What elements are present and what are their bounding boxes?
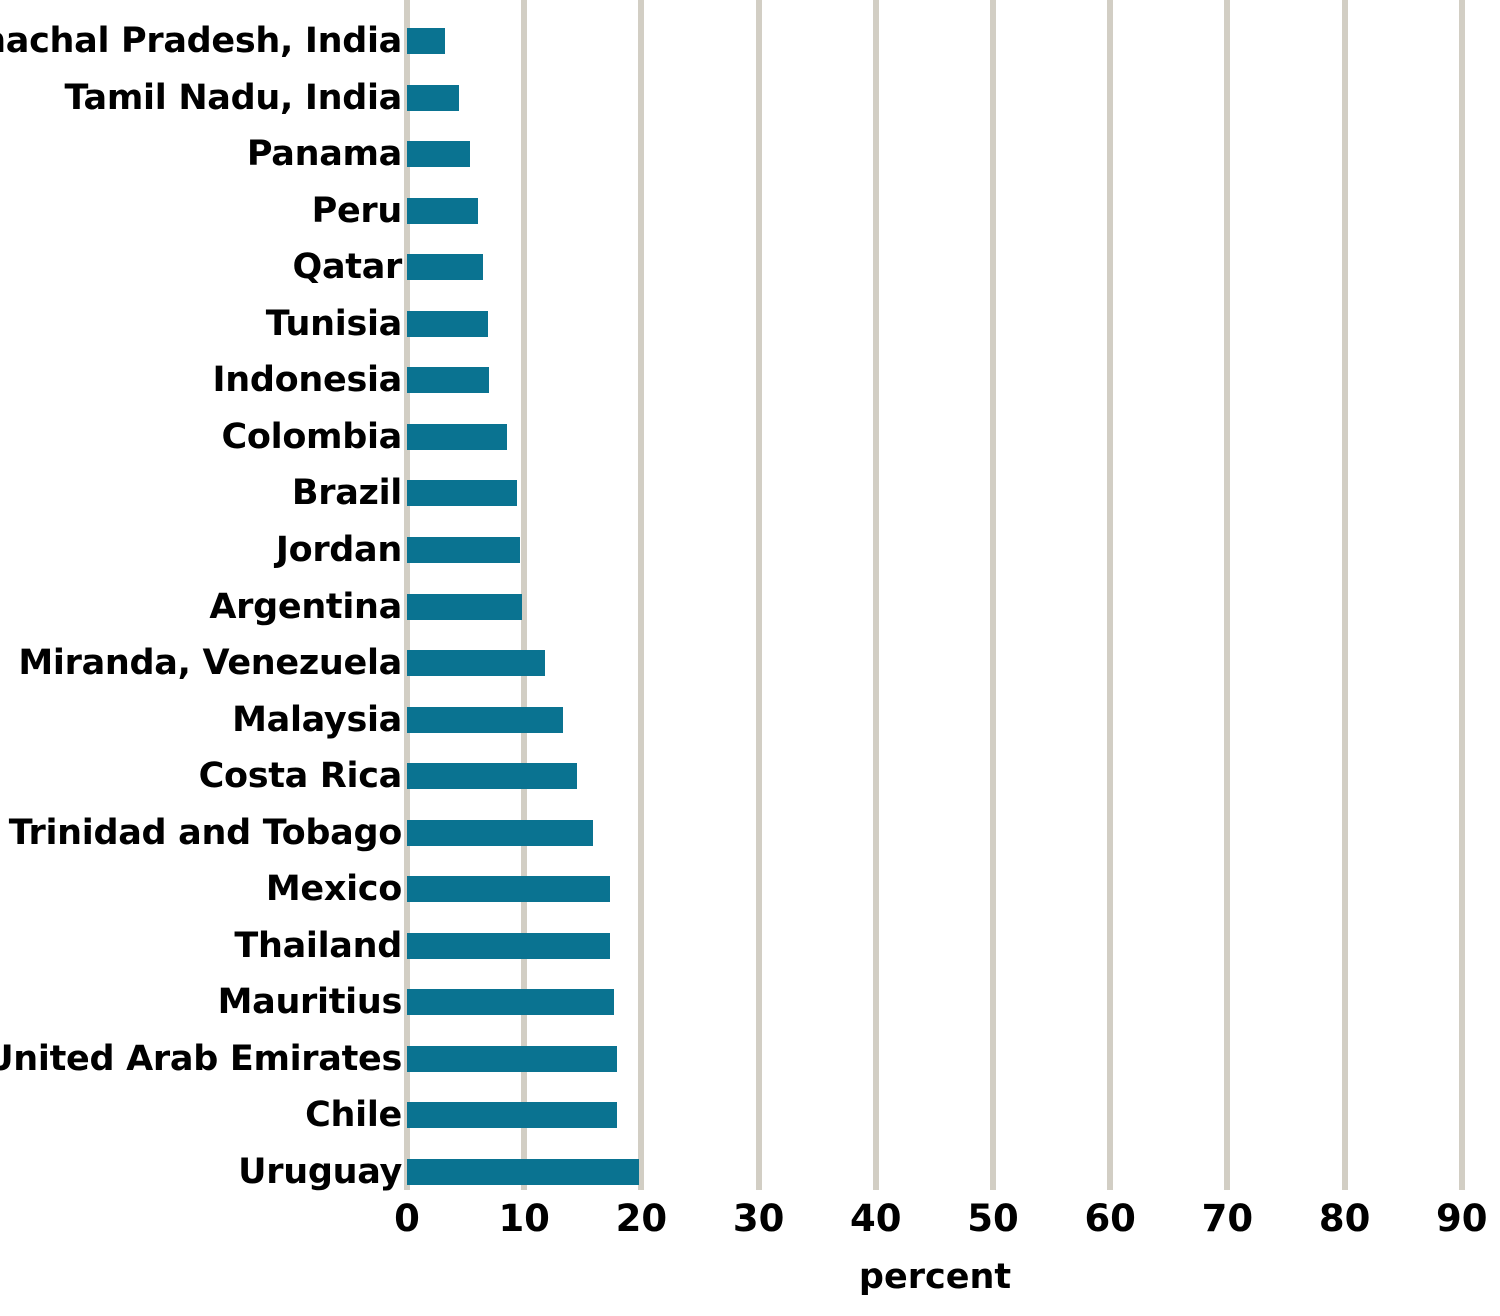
category-label: Brazil — [291, 473, 402, 514]
bar-row: Peru — [0, 193, 1500, 229]
x-tick-label: 80 — [1318, 1197, 1371, 1240]
category-label: Trinidad and Tobago — [8, 812, 403, 853]
x-tick-label: 0 — [394, 1197, 420, 1240]
bar[interactable] — [407, 1045, 617, 1072]
bar-row: Qatar — [0, 249, 1500, 285]
x-tick-label: 90 — [1436, 1197, 1488, 1240]
bar-rows: Himachal Pradesh, India Tamil Nadu, India… — [0, 0, 1500, 1190]
category-label: Panama — [246, 134, 402, 175]
bar[interactable] — [407, 254, 484, 281]
bar-row: Argentina — [0, 589, 1500, 625]
bar-row: Costa Rica — [0, 758, 1500, 794]
bar-row: Brazil — [0, 475, 1500, 511]
x-tick-label: 10 — [498, 1197, 550, 1240]
bar[interactable] — [407, 819, 594, 846]
bar[interactable] — [407, 650, 546, 677]
bar-row: United Arab Emirates — [0, 1041, 1500, 1077]
bar-row: Malaysia — [0, 702, 1500, 738]
x-tick-label: 40 — [850, 1197, 902, 1240]
bar[interactable] — [407, 28, 445, 54]
bar-row: Mauritius — [0, 984, 1500, 1020]
bar[interactable] — [407, 367, 490, 394]
bar-row: Trinidad and Tobago — [0, 815, 1500, 851]
category-label: Indonesia — [212, 360, 403, 401]
category-label: Miranda, Venezuela — [18, 643, 402, 684]
category-label: Argentina — [209, 586, 402, 627]
category-label: Costa Rica — [198, 756, 403, 797]
bar-row: Thailand — [0, 928, 1500, 964]
category-label: United Arab Emirates — [0, 1038, 402, 1079]
bar[interactable] — [407, 423, 507, 450]
x-tick-label: 60 — [1084, 1197, 1136, 1240]
category-label: Himachal Pradesh, India — [0, 21, 402, 61]
category-label: Mauritius — [217, 982, 403, 1023]
bar-row: Chile — [0, 1097, 1500, 1133]
bar-chart: Himachal Pradesh, India Tamil Nadu, India… — [0, 0, 1500, 1316]
category-label: Uruguay — [238, 1152, 402, 1192]
category-label: Qatar — [292, 247, 403, 288]
bar-row: Tunisia — [0, 306, 1500, 342]
bar-row: Jordan — [0, 532, 1500, 568]
bar-row: Mexico — [0, 871, 1500, 907]
x-tick-label: 30 — [732, 1197, 785, 1240]
bar[interactable] — [407, 706, 563, 733]
bar[interactable] — [407, 763, 577, 790]
bar[interactable] — [407, 593, 522, 620]
category-label: Jordan — [275, 529, 402, 570]
category-label: Tunisia — [265, 303, 403, 344]
x-tick-label: 50 — [967, 1197, 1019, 1240]
bar-row: Indonesia — [0, 362, 1500, 398]
category-label: Malaysia — [232, 699, 402, 740]
bar-row: Uruguay — [0, 1154, 1500, 1190]
category-label: Mexico — [265, 869, 402, 910]
category-label: Tamil Nadu, India — [64, 77, 402, 118]
bar[interactable] — [407, 932, 610, 959]
category-label: Thailand — [234, 925, 402, 966]
bar[interactable] — [407, 84, 459, 111]
bar[interactable] — [407, 197, 479, 224]
x-tick-label: 20 — [615, 1197, 668, 1240]
bar[interactable] — [407, 310, 488, 337]
bar[interactable] — [407, 536, 520, 563]
category-label: Chile — [305, 1095, 402, 1136]
x-axis-title: percent — [858, 1257, 1012, 1297]
bar[interactable] — [407, 1102, 617, 1129]
bar-row: Tamil Nadu, India — [0, 80, 1500, 116]
category-label: Colombia — [221, 416, 402, 457]
category-label: Peru — [311, 190, 403, 231]
bar[interactable] — [407, 876, 610, 903]
bar-row: Himachal Pradesh, India — [0, 23, 1500, 59]
bar-row: Panama — [0, 136, 1500, 172]
x-tick-label: 70 — [1201, 1197, 1254, 1240]
bar-row: Miranda, Venezuela — [0, 645, 1500, 681]
bar[interactable] — [407, 141, 471, 168]
bar[interactable] — [407, 1159, 640, 1185]
bar[interactable] — [407, 480, 518, 507]
bar[interactable] — [407, 989, 615, 1016]
bar-row: Colombia — [0, 419, 1500, 455]
